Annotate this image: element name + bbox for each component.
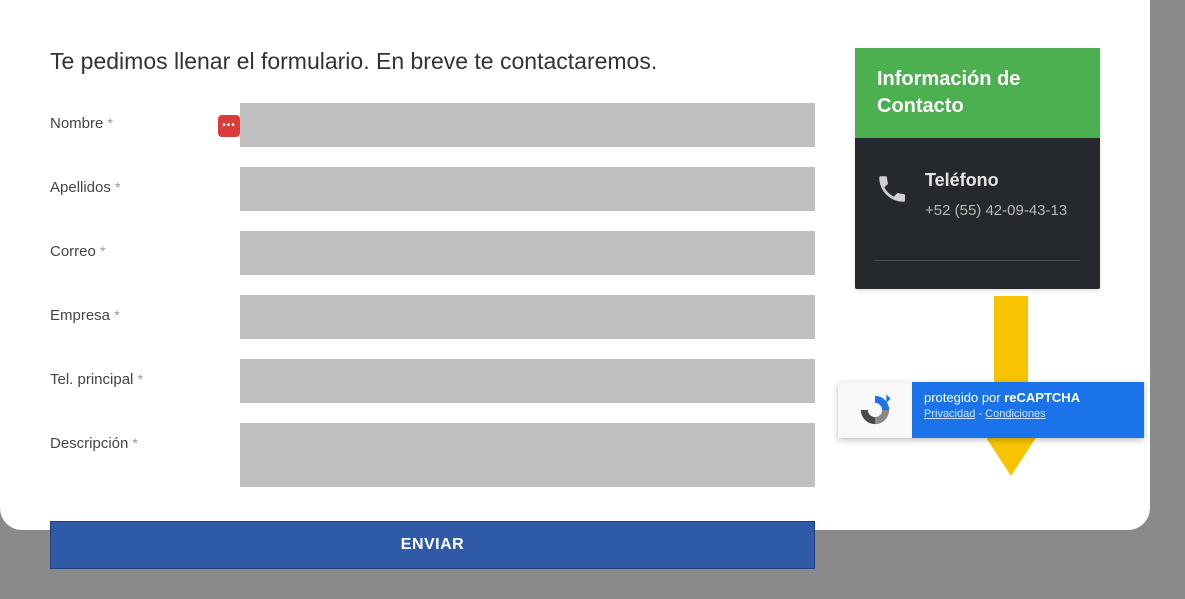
field-row-tel: Tel. principal *: [50, 359, 815, 403]
contact-form: Te pedimos llenar el formulario. En brev…: [50, 48, 815, 530]
password-manager-icon[interactable]: •••: [218, 115, 240, 137]
tel-input[interactable]: [240, 359, 815, 403]
field-row-apellidos: Apellidos *: [50, 167, 815, 211]
recaptcha-links: Privacidad - Condiciones: [924, 408, 1132, 420]
phone-heading: Teléfono: [925, 170, 1067, 191]
label-empresa: Empresa *: [50, 295, 240, 324]
contact-info-text: Teléfono +52 (55) 42-09-43-13: [925, 170, 1067, 224]
label-nombre: Nombre *: [50, 103, 240, 132]
label-correo: Correo *: [50, 231, 240, 260]
label-tel: Tel. principal *: [50, 359, 240, 388]
recaptcha-logo: [838, 382, 912, 438]
empresa-input[interactable]: [240, 295, 815, 339]
recaptcha-text: protegido por reCAPTCHA Privacidad - Con…: [912, 382, 1144, 438]
recaptcha-terms-link[interactable]: Condiciones: [985, 408, 1046, 420]
field-row-nombre: Nombre * •••: [50, 103, 815, 147]
submit-button[interactable]: ENVIAR: [50, 521, 815, 569]
contact-info-header: Información de Contacto: [855, 48, 1100, 138]
sidebar: Información de Contacto Teléfono +52 (55…: [855, 48, 1100, 530]
nombre-input[interactable]: [240, 103, 815, 147]
recaptcha-badge: protegido por reCAPTCHA Privacidad - Con…: [838, 382, 1144, 438]
phone-value: +52 (55) 42-09-43-13: [925, 197, 1067, 224]
recaptcha-protected-line: protegido por reCAPTCHA: [924, 390, 1132, 405]
recaptcha-privacy-link[interactable]: Privacidad: [924, 408, 975, 420]
descripcion-input[interactable]: [240, 423, 815, 487]
field-row-correo: Correo *: [50, 231, 815, 275]
form-title: Te pedimos llenar el formulario. En brev…: [50, 48, 815, 75]
field-row-descripcion: Descripción *: [50, 423, 815, 487]
contact-info-card: Información de Contacto Teléfono +52 (55…: [855, 48, 1100, 289]
phone-icon: [875, 172, 909, 206]
recaptcha-icon: [858, 393, 892, 427]
label-descripcion: Descripción *: [50, 423, 240, 452]
correo-input[interactable]: [240, 231, 815, 275]
contact-info-body: Teléfono +52 (55) 42-09-43-13: [855, 138, 1100, 260]
label-apellidos: Apellidos *: [50, 167, 240, 196]
field-row-empresa: Empresa *: [50, 295, 815, 339]
apellidos-input[interactable]: [240, 167, 815, 211]
page-container: Te pedimos llenar el formulario. En brev…: [0, 0, 1150, 530]
